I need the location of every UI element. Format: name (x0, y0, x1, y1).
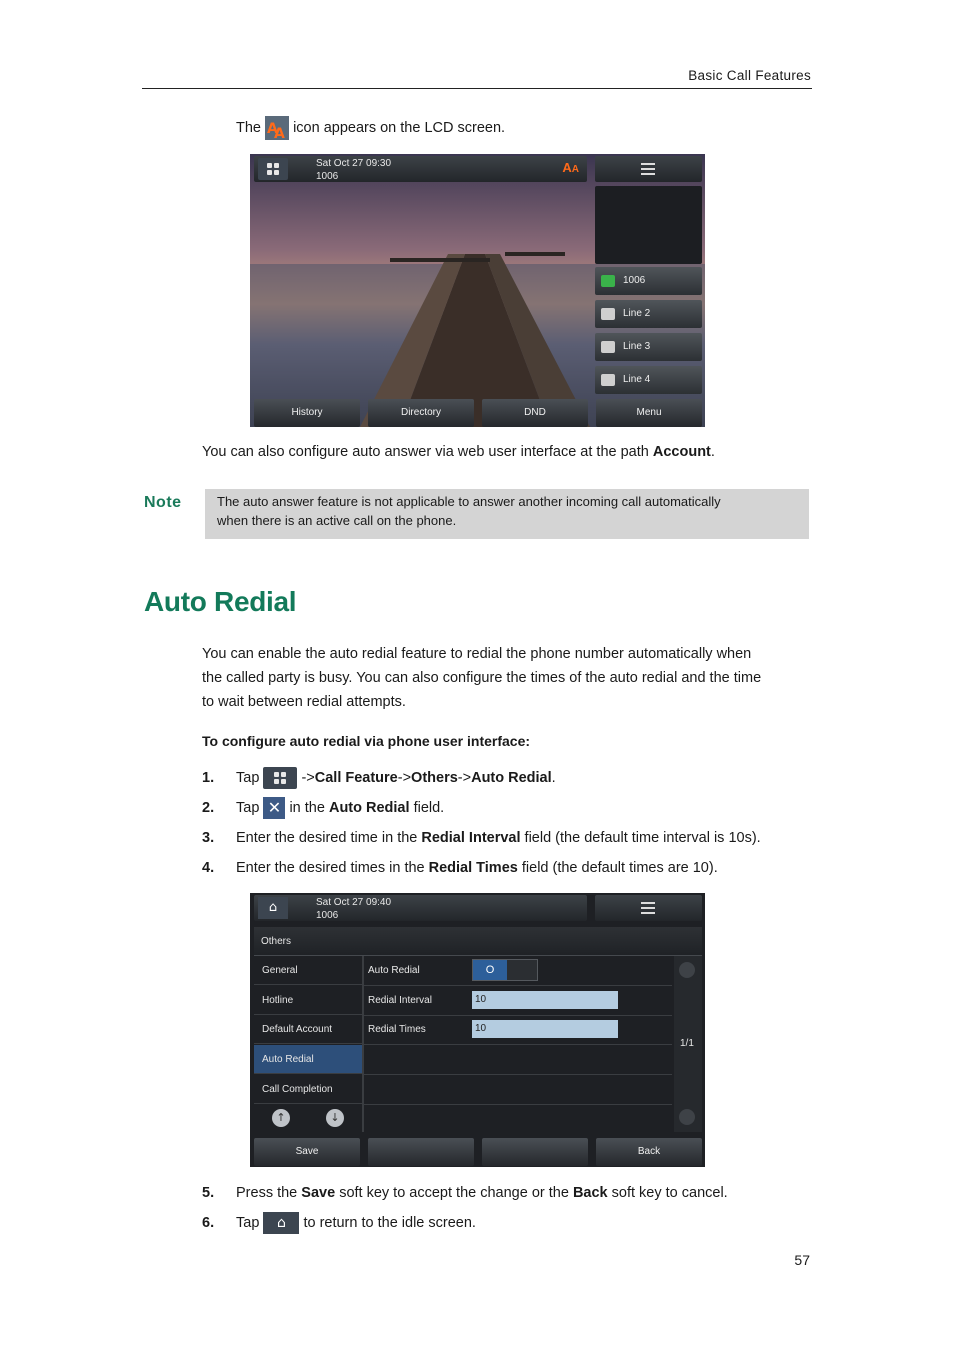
list-icon (641, 902, 655, 914)
dsskey-icon[interactable] (258, 158, 288, 180)
softkey-dnd[interactable]: DND (482, 399, 588, 427)
unregistered-icon (601, 341, 615, 353)
para-line-3: to wait between redial attempts. (202, 694, 406, 710)
field-empty-2 (364, 1075, 672, 1105)
menu-toggle[interactable] (595, 156, 702, 182)
menu-item-default-account[interactable]: Default Account (254, 1015, 362, 1044)
menu-toggle[interactable] (595, 895, 702, 921)
list-icon (641, 163, 655, 175)
section-title: Basic Call Features (688, 68, 811, 83)
menu-item-call-completion[interactable]: Call Completion (254, 1075, 362, 1104)
scrollbar[interactable]: 1/1 (674, 956, 702, 1132)
step-5: 5. (202, 1185, 215, 1201)
step-6: 6. (202, 1215, 215, 1231)
step-2: 2. (202, 800, 215, 816)
field-redial-times: Redial Times 10 (364, 1015, 672, 1045)
redial-interval-input[interactable]: 10 (472, 991, 618, 1009)
close-icon: ✕ (263, 797, 286, 820)
softkey-empty-1[interactable] (368, 1138, 474, 1166)
date-time: Sat Oct 27 09:30 (316, 158, 392, 169)
step-4-text: Enter the desired times in the Redial Ti… (236, 860, 718, 876)
section-heading: Auto Redial (144, 586, 297, 617)
dsskey-icon (263, 767, 298, 790)
field-empty-1 (364, 1045, 672, 1075)
para-line-1: You can enable the auto redial feature t… (202, 646, 752, 662)
step-3-text: Enter the desired time in the Redial Int… (236, 830, 761, 846)
home-icon: ⌂ (263, 1212, 300, 1235)
status-bar: Sat Oct 27 09:30 1006 AA (254, 156, 587, 182)
step-1-text: Tap ->Call Feature->Others->Auto Redial. (236, 766, 556, 791)
auto-answer-icon: AA (265, 116, 290, 142)
softkey-directory[interactable]: Directory (368, 399, 474, 427)
page-number: 57 (794, 1252, 810, 1268)
line-panel-blank (595, 186, 702, 264)
note-box: The auto answer feature is not applicabl… (205, 489, 809, 539)
account-number: 1006 (316, 171, 339, 182)
account-number: 1006 (316, 910, 339, 921)
menu-item-general[interactable]: General (254, 956, 362, 985)
softkey-history[interactable]: History (254, 399, 360, 427)
step-4: 4. (202, 860, 215, 876)
field-auto-redial: Auto Redial O (364, 956, 672, 986)
scroll-down-icon[interactable] (679, 1109, 695, 1125)
menu-item-auto-redial[interactable]: Auto Redial (254, 1045, 362, 1074)
step-1: 1. (202, 770, 215, 786)
line-key-4[interactable]: Line 4 (595, 366, 702, 394)
line-key-1[interactable]: 1006 (595, 267, 702, 295)
menu-item-hotline[interactable]: Hotline (254, 986, 362, 1015)
page-title-bar: Others (254, 927, 702, 956)
header-divider (142, 88, 812, 89)
home-icon[interactable]: ⌂ (258, 897, 288, 919)
unregistered-icon (601, 308, 615, 320)
softkey-menu[interactable]: Menu (596, 399, 702, 427)
auto-answer-status-icon: AA (562, 160, 579, 175)
status-bar: ⌂ Sat Oct 27 09:40 1006 (254, 895, 587, 921)
note-label: Note (144, 494, 182, 511)
line-key-3[interactable]: Line 3 (595, 333, 702, 361)
scroll-up-icon[interactable] (679, 962, 695, 978)
step-5-text: Press the Save soft key to accept the ch… (236, 1185, 728, 1201)
registered-icon (601, 275, 615, 287)
procedure-title: To configure auto redial via phone user … (202, 733, 531, 749)
date-time: Sat Oct 27 09:40 (316, 897, 392, 908)
step-6-text: Tap ⌂ to return to the idle screen. (236, 1211, 476, 1236)
menu-scroll: ↑ ↓ (254, 1104, 362, 1132)
lcd-screenshot-auto-redial: ⌂ Sat Oct 27 09:40 1006 Others General H… (250, 893, 705, 1167)
lcd-screenshot-idle: Sat Oct 27 09:30 1006 AA 1006 Line 2 Lin… (250, 154, 705, 427)
web-config-text: You can also configure auto answer via w… (202, 444, 715, 460)
redial-times-input[interactable]: 10 (472, 1020, 618, 1038)
step-2-text: Tap ✕ in the Auto Redial field. (236, 797, 445, 820)
softkey-back[interactable]: Back (596, 1138, 702, 1166)
line-key-2[interactable]: Line 2 (595, 300, 702, 328)
page-title: Others (261, 936, 292, 947)
field-redial-interval: Redial Interval 10 (364, 986, 672, 1016)
softkey-empty-2[interactable] (482, 1138, 588, 1166)
intro-line: The AA icon appears on the LCD screen. (236, 116, 505, 142)
page-indicator: 1/1 (680, 1038, 694, 1049)
arrow-up-icon[interactable]: ↑ (272, 1109, 290, 1127)
step-3: 3. (202, 830, 215, 846)
arrow-down-icon[interactable]: ↓ (326, 1109, 344, 1127)
softkey-save[interactable]: Save (254, 1138, 360, 1166)
para-line-2: the called party is busy. You can also c… (202, 670, 762, 686)
unregistered-icon (601, 374, 615, 386)
auto-redial-toggle[interactable]: O (472, 959, 538, 981)
